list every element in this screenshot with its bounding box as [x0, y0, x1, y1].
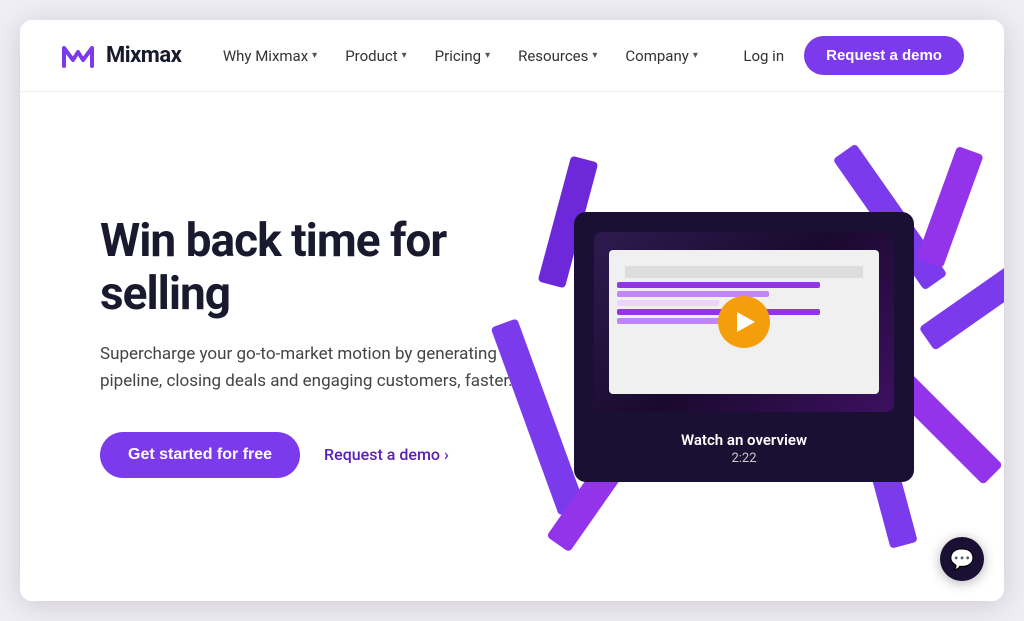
- nav-item-why-mixmax[interactable]: Why Mixmax ▾: [211, 39, 329, 73]
- hero-cta: Get started for free Request a demo ›: [100, 432, 560, 478]
- video-card: Watch an overview 2:22: [574, 212, 914, 482]
- login-link[interactable]: Log in: [739, 39, 788, 73]
- get-started-button[interactable]: Get started for free: [100, 432, 300, 478]
- hero-subtitle: Supercharge your go-to-market motion by …: [100, 341, 520, 395]
- play-icon: [737, 312, 755, 332]
- play-button[interactable]: [718, 296, 770, 348]
- hero-title: Win back time for selling: [100, 215, 560, 321]
- screen-header-bar: [625, 266, 863, 278]
- chevron-down-icon: ▾: [485, 50, 490, 61]
- decorative-ribbon-2: [916, 145, 983, 267]
- chat-widget-button[interactable]: 💬: [940, 537, 984, 581]
- hero-content: Win back time for selling Supercharge yo…: [100, 215, 560, 477]
- header: Mixmax Why Mixmax ▾ Product ▾ Pricing ▾ …: [20, 20, 1004, 92]
- screen-data-bar-1: [617, 282, 820, 288]
- chevron-down-icon: ▾: [312, 50, 317, 61]
- nav-actions: Log in Request a demo: [739, 36, 964, 75]
- video-info: Watch an overview 2:22: [574, 431, 914, 466]
- video-title: Watch an overview: [574, 431, 914, 449]
- request-demo-button[interactable]: Request a demo: [804, 36, 964, 75]
- nav-item-resources[interactable]: Resources ▾: [506, 39, 609, 73]
- nav-item-product[interactable]: Product ▾: [333, 39, 418, 73]
- request-demo-link[interactable]: Request a demo ›: [324, 445, 449, 464]
- nav-item-pricing[interactable]: Pricing ▾: [423, 39, 502, 73]
- video-card-wrapper: Watch an overview 2:22: [504, 117, 984, 577]
- hero-section: Win back time for selling Supercharge yo…: [20, 92, 1004, 601]
- logo-text: Mixmax: [106, 43, 181, 68]
- nav-item-company[interactable]: Company ▾: [613, 39, 709, 73]
- chevron-down-icon: ▾: [693, 50, 698, 61]
- chevron-down-icon: ▾: [592, 50, 597, 61]
- mixmax-logo-icon: [60, 38, 96, 74]
- video-duration: 2:22: [574, 451, 914, 466]
- logo-link[interactable]: Mixmax: [60, 38, 181, 74]
- main-nav: Why Mixmax ▾ Product ▾ Pricing ▾ Resourc…: [211, 39, 710, 73]
- chat-icon: 💬: [950, 547, 975, 571]
- chevron-down-icon: ▾: [402, 50, 407, 61]
- screen-data-bar-3: [617, 300, 719, 306]
- screen-mockup: [594, 232, 894, 412]
- browser-frame: Mixmax Why Mixmax ▾ Product ▾ Pricing ▾ …: [20, 20, 1004, 601]
